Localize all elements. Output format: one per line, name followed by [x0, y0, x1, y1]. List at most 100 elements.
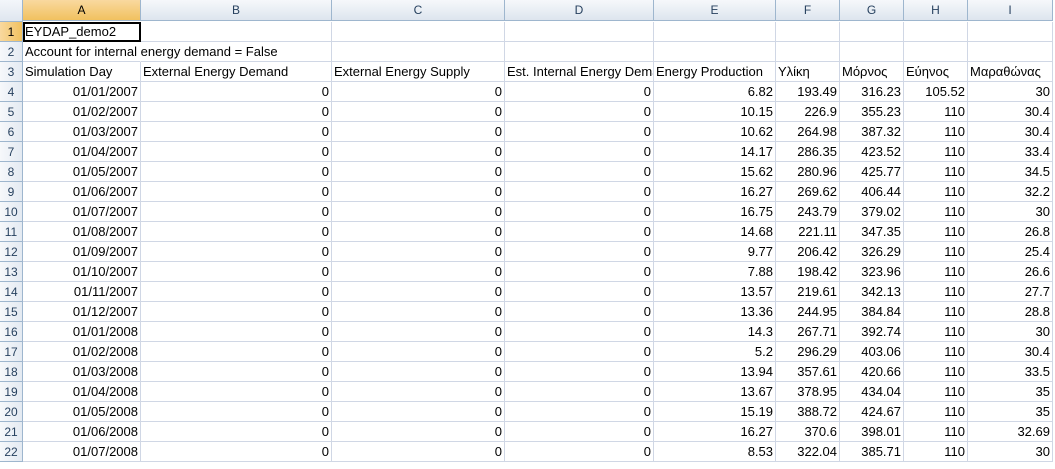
- cell-a7[interactable]: 01/04/2007: [23, 142, 141, 162]
- cell-g18[interactable]: 420.66: [840, 362, 904, 382]
- column-header-i[interactable]: I: [968, 0, 1053, 21]
- cell-g6[interactable]: 387.32: [840, 122, 904, 142]
- cell-b13[interactable]: 0: [141, 262, 332, 282]
- cell-d19[interactable]: 0: [505, 382, 654, 402]
- cell-g3[interactable]: Μόρνος: [840, 62, 904, 82]
- cell-f12[interactable]: 206.42: [776, 242, 840, 262]
- cell-d10[interactable]: 0: [505, 202, 654, 222]
- cell-i5[interactable]: 30.4: [968, 102, 1053, 122]
- cell-h19[interactable]: 110: [904, 382, 968, 402]
- row-header[interactable]: 1: [0, 22, 23, 42]
- cell-d2[interactable]: [505, 42, 654, 62]
- cell-e4[interactable]: 6.82: [654, 82, 776, 102]
- cell-a18[interactable]: 01/03/2008: [23, 362, 141, 382]
- row-header[interactable]: 15: [0, 302, 23, 322]
- cell-c7[interactable]: 0: [332, 142, 505, 162]
- cell-b11[interactable]: 0: [141, 222, 332, 242]
- cell-f9[interactable]: 269.62: [776, 182, 840, 202]
- cell-e21[interactable]: 16.27: [654, 422, 776, 442]
- cell-e14[interactable]: 13.57: [654, 282, 776, 302]
- cell-b10[interactable]: 0: [141, 202, 332, 222]
- cell-g14[interactable]: 342.13: [840, 282, 904, 302]
- select-all-corner[interactable]: [0, 0, 23, 22]
- cell-e11[interactable]: 14.68: [654, 222, 776, 242]
- cell-c10[interactable]: 0: [332, 202, 505, 222]
- cell-d3[interactable]: Est. Internal Energy Demand: [505, 62, 654, 82]
- cell-d18[interactable]: 0: [505, 362, 654, 382]
- cell-f17[interactable]: 296.29: [776, 342, 840, 362]
- row-header[interactable]: 2: [0, 42, 23, 62]
- cell-i2[interactable]: [968, 42, 1053, 62]
- cell-b6[interactable]: 0: [141, 122, 332, 142]
- cell-i14[interactable]: 27.7: [968, 282, 1053, 302]
- column-header-d[interactable]: D: [505, 0, 654, 21]
- cell-d7[interactable]: 0: [505, 142, 654, 162]
- cell-g8[interactable]: 425.77: [840, 162, 904, 182]
- cell-f7[interactable]: 286.35: [776, 142, 840, 162]
- cell-f1[interactable]: [776, 22, 840, 42]
- row-header[interactable]: 12: [0, 242, 23, 262]
- cell-i11[interactable]: 26.8: [968, 222, 1053, 242]
- cell-d22[interactable]: 0: [505, 442, 654, 462]
- cell-b21[interactable]: 0: [141, 422, 332, 442]
- cell-c21[interactable]: 0: [332, 422, 505, 442]
- cell-a9[interactable]: 01/06/2007: [23, 182, 141, 202]
- cell-b9[interactable]: 0: [141, 182, 332, 202]
- cell-d6[interactable]: 0: [505, 122, 654, 142]
- cell-h17[interactable]: 110: [904, 342, 968, 362]
- cell-i18[interactable]: 33.5: [968, 362, 1053, 382]
- cell-b16[interactable]: 0: [141, 322, 332, 342]
- cell-b15[interactable]: 0: [141, 302, 332, 322]
- cell-a22[interactable]: 01/07/2008: [23, 442, 141, 462]
- cell-f8[interactable]: 280.96: [776, 162, 840, 182]
- cell-h4[interactable]: 105.52: [904, 82, 968, 102]
- cell-g10[interactable]: 379.02: [840, 202, 904, 222]
- cell-c16[interactable]: 0: [332, 322, 505, 342]
- cell-c8[interactable]: 0: [332, 162, 505, 182]
- cell-i3[interactable]: Μαραθώνας: [968, 62, 1053, 82]
- cell-c4[interactable]: 0: [332, 82, 505, 102]
- cell-f15[interactable]: 244.95: [776, 302, 840, 322]
- cell-b19[interactable]: 0: [141, 382, 332, 402]
- cell-e22[interactable]: 8.53: [654, 442, 776, 462]
- cell-a17[interactable]: 01/02/2008: [23, 342, 141, 362]
- cell-h22[interactable]: 110: [904, 442, 968, 462]
- cell-h2[interactable]: [904, 42, 968, 62]
- cell-i16[interactable]: 30: [968, 322, 1053, 342]
- row-header[interactable]: 7: [0, 142, 23, 162]
- cell-a19[interactable]: 01/04/2008: [23, 382, 141, 402]
- cell-g5[interactable]: 355.23: [840, 102, 904, 122]
- cell-c18[interactable]: 0: [332, 362, 505, 382]
- cell-d8[interactable]: 0: [505, 162, 654, 182]
- cell-h6[interactable]: 110: [904, 122, 968, 142]
- cell-a20[interactable]: 01/05/2008: [23, 402, 141, 422]
- cell-e3[interactable]: Energy Production: [654, 62, 776, 82]
- cell-e9[interactable]: 16.27: [654, 182, 776, 202]
- cell-a14[interactable]: 01/11/2007: [23, 282, 141, 302]
- cell-f20[interactable]: 388.72: [776, 402, 840, 422]
- cell-e13[interactable]: 7.88: [654, 262, 776, 282]
- cell-h10[interactable]: 110: [904, 202, 968, 222]
- cell-d12[interactable]: 0: [505, 242, 654, 262]
- cell-a21[interactable]: 01/06/2008: [23, 422, 141, 442]
- cell-g13[interactable]: 323.96: [840, 262, 904, 282]
- cell-i6[interactable]: 30.4: [968, 122, 1053, 142]
- cell-a11[interactable]: 01/08/2007: [23, 222, 141, 242]
- row-header[interactable]: 8: [0, 162, 23, 182]
- column-header-h[interactable]: H: [904, 0, 968, 21]
- row-header[interactable]: 17: [0, 342, 23, 362]
- cell-c3[interactable]: External Energy Supply: [332, 62, 505, 82]
- cell-g19[interactable]: 434.04: [840, 382, 904, 402]
- cell-a2[interactable]: Account for internal energy demand = Fal…: [23, 42, 278, 62]
- cell-c19[interactable]: 0: [332, 382, 505, 402]
- cell-f2[interactable]: [776, 42, 840, 62]
- cell-i19[interactable]: 35: [968, 382, 1053, 402]
- cell-h9[interactable]: 110: [904, 182, 968, 202]
- cell-f14[interactable]: 219.61: [776, 282, 840, 302]
- cell-h16[interactable]: 110: [904, 322, 968, 342]
- cell-c2[interactable]: [332, 42, 505, 62]
- cell-h14[interactable]: 110: [904, 282, 968, 302]
- cell-g11[interactable]: 347.35: [840, 222, 904, 242]
- column-header-b[interactable]: B: [141, 0, 332, 21]
- row-header[interactable]: 13: [0, 262, 23, 282]
